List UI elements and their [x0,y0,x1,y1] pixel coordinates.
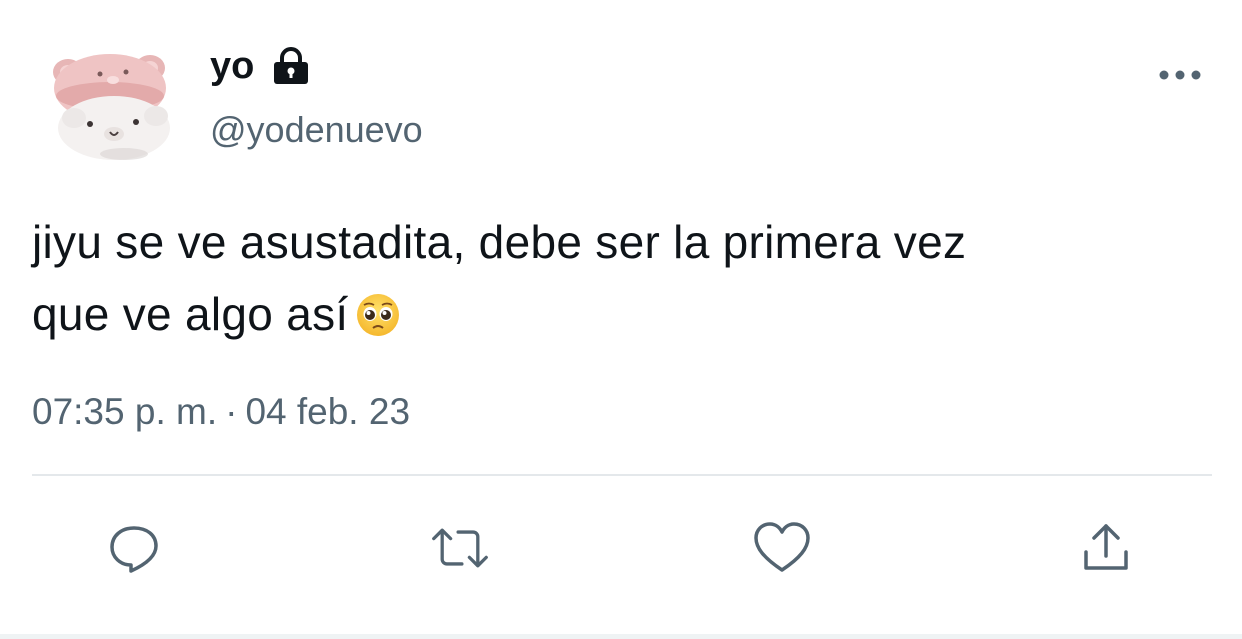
timestamp-separator: · [225,391,238,432]
tweet-text: jiyu se ve asustadita, debe ser la prime… [32,206,1212,350]
share-button[interactable] [1076,518,1136,578]
more-options-button[interactable] [1154,60,1206,90]
bottom-divider [0,634,1242,639]
tweet-time: 07:35 p. m. [32,391,218,432]
tweet-date: 04 feb. 23 [245,391,411,432]
retweet-icon [432,528,488,568]
timestamp[interactable]: 07:35 p. m. · 04 feb. 23 [32,390,410,434]
display-name-row: yo [210,40,310,92]
heart-icon [754,522,810,572]
retweet-button[interactable] [430,518,490,578]
like-button[interactable] [752,518,812,578]
display-name[interactable]: yo [210,47,254,85]
reply-button[interactable] [104,518,164,578]
lock-icon [272,46,310,86]
tweet-text-line-1: jiyu se ve asustadita, debe ser la prime… [32,216,967,268]
pleading-face-emoji [355,286,401,336]
tweet-text-line-2-words: que ve algo así [32,288,349,340]
avatar-image [53,54,170,160]
tweet: yo @yodenuevo jiyu se ve asustadita, deb… [0,0,1242,639]
avatar[interactable] [44,42,176,162]
share-icon [1084,524,1128,570]
divider [32,474,1212,476]
reply-icon [110,526,158,573]
user-handle[interactable]: @yodenuevo [210,108,423,151]
more-horizontal-icon [1159,70,1201,80]
tweet-text-line-2: que ve algo así [32,278,1212,350]
